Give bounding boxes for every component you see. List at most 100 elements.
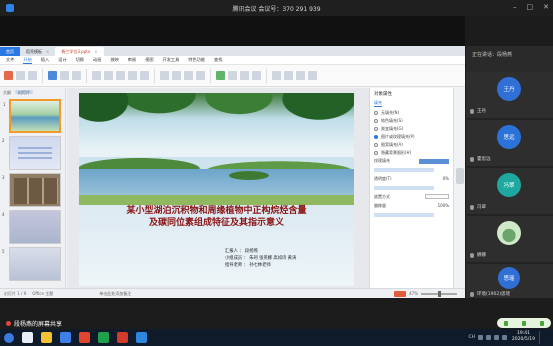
reset-icon[interactable] xyxy=(72,71,81,80)
file-explorer-icon[interactable] xyxy=(41,332,52,343)
menu-home[interactable]: 开始 xyxy=(23,57,32,64)
menu-search[interactable]: 查找 xyxy=(214,57,222,63)
fill-option[interactable]: 渐变填充(G) xyxy=(374,126,449,132)
slideshow-play-icon[interactable] xyxy=(394,290,407,297)
mic-icon xyxy=(470,108,474,114)
close-tab-icon[interactable]: × xyxy=(46,49,49,54)
menu-animation[interactable]: 动画 xyxy=(93,57,101,63)
fill-option[interactable]: 纯色填充(S) xyxy=(374,118,449,124)
layout-icon[interactable] xyxy=(60,71,69,80)
menu-review[interactable]: 审阅 xyxy=(128,57,136,63)
props-tab-fill[interactable]: 填充 xyxy=(374,100,382,107)
network-icon[interactable] xyxy=(494,335,499,340)
ie-browser-icon[interactable] xyxy=(22,332,33,343)
menu-features[interactable]: 特色功能 xyxy=(188,57,205,63)
tray-icon[interactable] xyxy=(486,335,491,340)
fill-option[interactable]: 隐藏背景图形(H) xyxy=(374,150,449,156)
collapse-panel-icon[interactable] xyxy=(456,168,464,184)
menu-insert[interactable]: 插入 xyxy=(41,57,49,63)
menu-design[interactable]: 设计 xyxy=(58,57,66,63)
textbox-icon[interactable] xyxy=(240,71,249,80)
font-color-icon[interactable] xyxy=(140,71,149,80)
font-icon[interactable] xyxy=(92,71,101,80)
slide-thumbnail[interactable]: 1 xyxy=(3,99,61,133)
media-player-icon[interactable] xyxy=(60,332,71,343)
current-slide[interactable]: 某小型湖泊沉积物和周缘植物中正构烷烃含量 及碳同位素组成特征及其指示意义 汇报人… xyxy=(79,93,354,286)
input-language[interactable]: CH xyxy=(468,335,475,340)
page-indicator: 幻灯片 1 / 9 xyxy=(4,290,27,296)
props-title: 对象属性 xyxy=(374,92,392,97)
copy-icon[interactable] xyxy=(28,71,37,80)
texture-fill-row[interactable]: 纹理填充 xyxy=(374,158,449,164)
chrome-icon[interactable] xyxy=(79,332,90,343)
align-left-icon[interactable] xyxy=(160,71,169,80)
participant-tile[interactable]: 冯翠 冯翠 xyxy=(466,168,553,214)
participant-tile[interactable]: 王丹 王丹 xyxy=(466,72,553,118)
replace-icon[interactable] xyxy=(284,71,293,80)
slide-title[interactable]: 某小型湖泊沉积物和周缘植物中正构烷烃含量 及碳同位素组成特征及其指示意义 xyxy=(89,205,344,229)
picture-icon[interactable] xyxy=(216,71,225,80)
transparency-row: 透明度(T) 0% xyxy=(374,176,449,181)
wps-icon[interactable] xyxy=(117,332,128,343)
tencent-meeting-taskbar-icon[interactable] xyxy=(136,332,147,343)
meeting-controls-pill[interactable] xyxy=(497,318,551,328)
fill-option[interactable]: 图案填充(A) xyxy=(374,142,449,148)
menu-transition[interactable]: 切换 xyxy=(76,57,84,63)
tray-icon[interactable] xyxy=(478,335,483,340)
participant-tile[interactable]: 娜娜 xyxy=(466,216,553,262)
start-button-icon[interactable] xyxy=(4,332,14,343)
offset-slider[interactable] xyxy=(374,213,434,217)
menu-view[interactable]: 视图 xyxy=(145,57,153,63)
tab-outline[interactable]: 大纲 xyxy=(3,90,11,95)
placement-select[interactable] xyxy=(425,194,449,199)
participant-tile[interactable]: 思远 霍思远 xyxy=(466,120,553,166)
slide-thumbnail[interactable]: 5 xyxy=(2,247,61,281)
maximize-icon[interactable]: □ xyxy=(527,3,534,11)
mic-icon[interactable] xyxy=(504,320,508,326)
credit-members: 小组成员 ： 朱珂 张英娜 高如诗 黄涛 xyxy=(225,256,297,261)
menu-file[interactable]: 文件 xyxy=(6,57,14,63)
tab-document[interactable]: 杨兰学位3.pptx × xyxy=(55,47,104,56)
slide-thumbnail[interactable]: 3 xyxy=(2,173,61,207)
underline-icon[interactable] xyxy=(128,71,137,80)
shape-icon[interactable] xyxy=(228,71,237,80)
slide-credits[interactable]: 汇报人 ： 段杨燕 小组成员 ： 朱珂 张英娜 高如诗 黄涛 指导老师 ： 孙七… xyxy=(225,248,296,269)
menu-slideshow[interactable]: 放映 xyxy=(110,57,118,63)
fill-option[interactable]: 无填充(N) xyxy=(374,110,449,116)
wechat-icon[interactable] xyxy=(98,332,109,343)
paste-icon[interactable] xyxy=(4,71,13,80)
minimize-icon[interactable]: – xyxy=(513,3,517,11)
menu-developer[interactable]: 开发工具 xyxy=(163,57,180,63)
texture-swatch[interactable] xyxy=(419,158,449,164)
participant-tile[interactable]: 思瑶 环境(1902)思瑶 xyxy=(466,264,553,298)
slide-thumbnail[interactable]: 2 xyxy=(2,136,61,170)
close-icon[interactable]: ✕ xyxy=(543,3,549,11)
select-icon[interactable] xyxy=(296,71,305,80)
zoom-slider[interactable] xyxy=(421,290,457,297)
tab-home[interactable]: 首页 xyxy=(0,47,20,56)
taskbar-clock[interactable]: 19:41 2020/5/19 xyxy=(512,331,535,343)
mic-icon xyxy=(470,156,474,162)
transparency-slider[interactable] xyxy=(374,186,434,190)
arrange-icon[interactable] xyxy=(252,71,261,80)
volume-icon[interactable] xyxy=(502,335,507,340)
new-slide-icon[interactable] xyxy=(48,71,57,80)
find-icon[interactable] xyxy=(272,71,281,80)
tab-docer[interactable]: 稻壳模板 × xyxy=(20,47,55,56)
close-tab-icon[interactable]: × xyxy=(94,49,97,54)
align-right-icon[interactable] xyxy=(184,71,193,80)
bold-icon[interactable] xyxy=(104,71,113,80)
cut-icon[interactable] xyxy=(16,71,25,80)
show-desktop-button[interactable] xyxy=(539,331,551,344)
fill-option[interactable]: 图片或纹理填充(P) xyxy=(374,134,449,140)
align-center-icon[interactable] xyxy=(172,71,181,80)
play-from-start-icon[interactable] xyxy=(308,71,317,80)
slide-thumbnail[interactable]: 4 xyxy=(2,210,61,244)
bullets-icon[interactable] xyxy=(196,71,205,80)
chat-icon[interactable] xyxy=(540,320,544,326)
texture-slider[interactable] xyxy=(374,168,434,172)
camera-icon[interactable] xyxy=(522,320,526,326)
notes-placeholder[interactable]: 单击此处添加备注 xyxy=(99,291,131,297)
tab-slides[interactable]: 幻灯片 xyxy=(15,90,33,95)
italic-icon[interactable] xyxy=(116,71,125,80)
